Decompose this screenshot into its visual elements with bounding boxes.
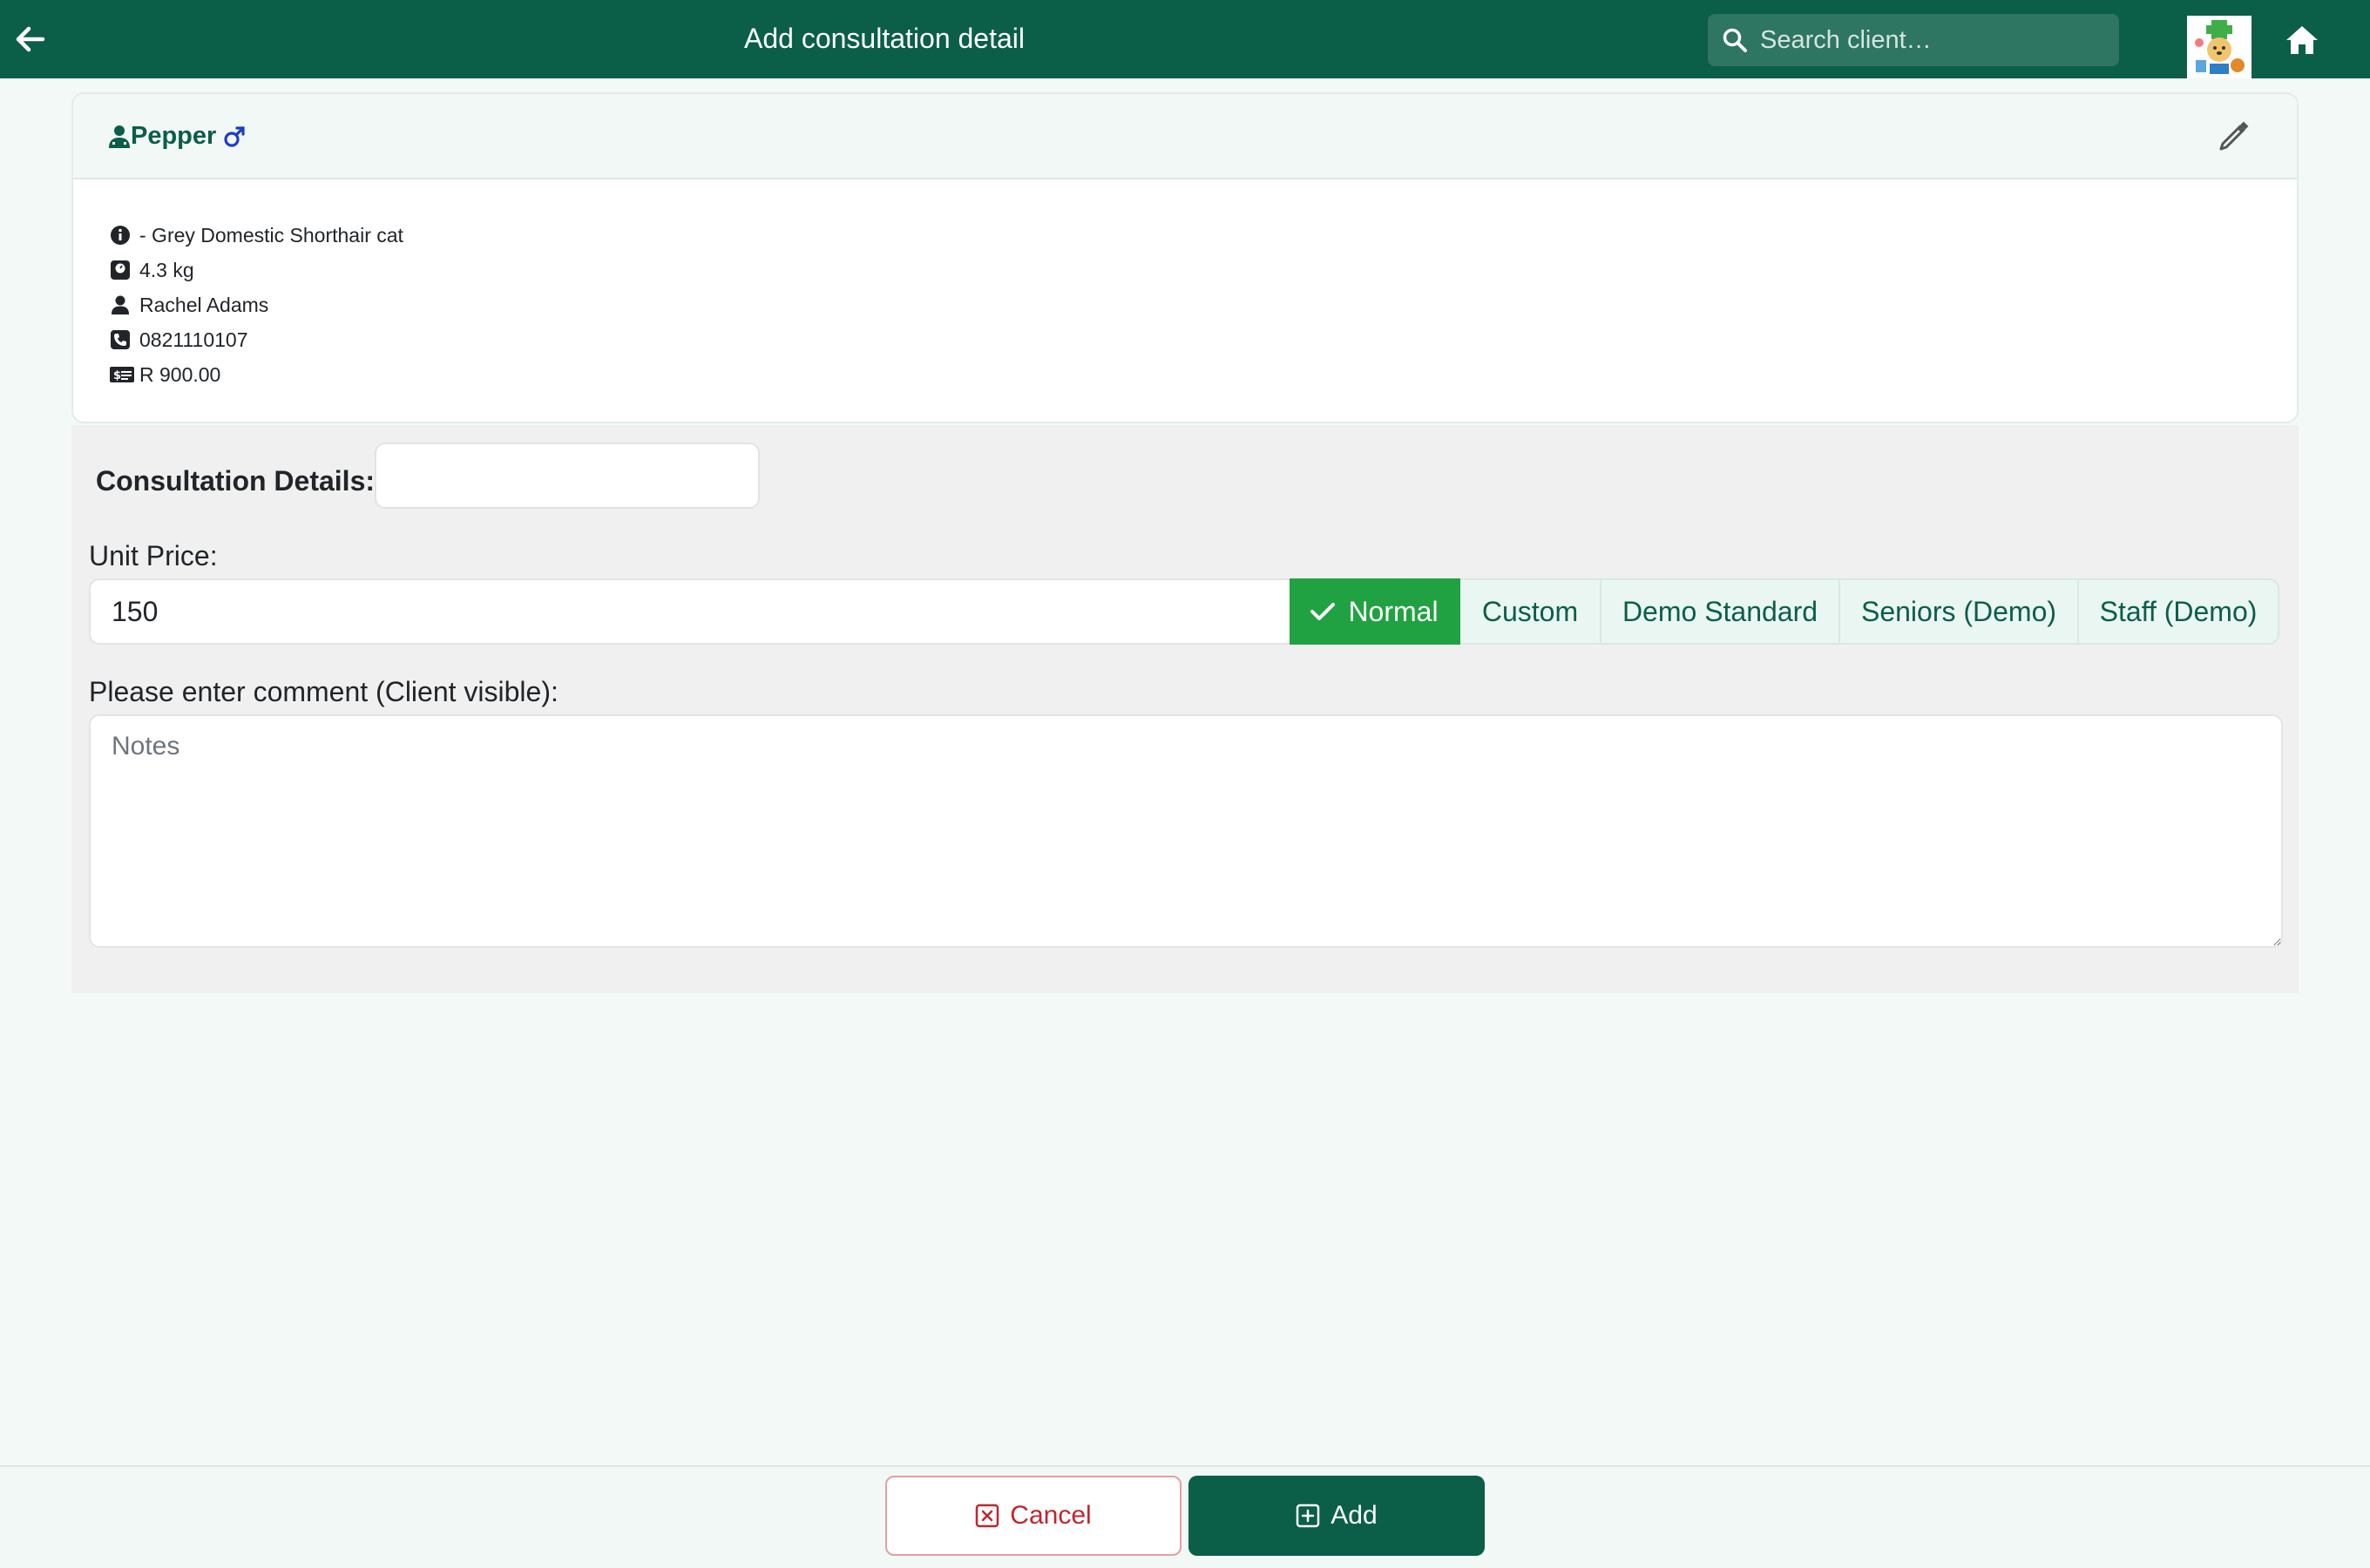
price-option-label: Seniors (Demo) bbox=[1860, 595, 2057, 627]
phone-row: 0821110107 bbox=[110, 322, 403, 357]
price-option-label: Staff (Demo) bbox=[2099, 595, 2258, 627]
breed-row: - Grey Domestic Shorthair cat bbox=[110, 218, 403, 253]
close-square-icon bbox=[975, 1504, 999, 1528]
add-button-label: Add bbox=[1331, 1501, 1378, 1530]
balance-text: R 900.00 bbox=[139, 362, 221, 386]
price-option-seniors-demo[interactable]: Seniors (Demo) bbox=[1840, 578, 2079, 645]
phone-icon bbox=[110, 328, 134, 352]
breed-text: - Grey Domestic Shorthair cat bbox=[139, 223, 403, 247]
owner-name: Rachel Adams bbox=[139, 293, 269, 316]
cancel-button[interactable]: Cancel bbox=[885, 1476, 1182, 1556]
price-option-demo-standard[interactable]: Demo Standard bbox=[1601, 578, 1840, 645]
pet-name: Pepper bbox=[131, 122, 217, 150]
comment-textarea[interactable] bbox=[89, 714, 2283, 948]
price-option-group: Normal Custom Demo Standard Seniors (Dem… bbox=[1290, 578, 2279, 645]
edit-patient-button[interactable] bbox=[2215, 117, 2253, 155]
owner-row: Rachel Adams bbox=[110, 287, 403, 322]
patient-card-header: Pepper bbox=[73, 94, 2297, 179]
consultation-form: Consultation Details: Unit Price: Normal… bbox=[71, 425, 2299, 993]
back-button[interactable] bbox=[12, 21, 49, 57]
price-option-normal[interactable]: Normal bbox=[1290, 578, 1460, 645]
page-title: Add consultation detail bbox=[744, 23, 1025, 54]
price-option-staff-demo[interactable]: Staff (Demo) bbox=[2079, 578, 2279, 645]
user-icon bbox=[110, 293, 134, 317]
consultation-details-input[interactable] bbox=[375, 443, 760, 509]
money-check-icon: $ bbox=[110, 362, 134, 387]
clinic-logo-icon bbox=[2189, 17, 2250, 78]
arrow-left-icon bbox=[16, 26, 45, 52]
price-option-label: Demo Standard bbox=[1622, 595, 1818, 627]
price-option-label: Custom bbox=[1481, 595, 1579, 627]
pencil-icon bbox=[2219, 121, 2249, 151]
vet-user-icon bbox=[109, 125, 130, 148]
svg-text:$: $ bbox=[113, 369, 121, 382]
weight-text: 4.3 kg bbox=[139, 258, 194, 281]
check-icon bbox=[1310, 601, 1336, 622]
unit-price-input[interactable] bbox=[89, 578, 1293, 645]
search-icon bbox=[1722, 27, 1748, 53]
home-button[interactable] bbox=[2281, 21, 2323, 59]
clinic-logo-avatar[interactable] bbox=[2187, 16, 2252, 78]
add-button[interactable]: Add bbox=[1188, 1476, 1485, 1556]
balance-row: $ R 900.00 bbox=[110, 357, 403, 392]
footer-action-bar: Cancel Add bbox=[0, 1465, 2370, 1568]
pet-name-link[interactable]: Pepper bbox=[108, 122, 246, 151]
male-symbol-icon bbox=[223, 125, 246, 148]
search-client-input[interactable] bbox=[1760, 25, 2091, 55]
patient-card: Pepper - Grey Domestic Shorthair cat 4.3… bbox=[71, 92, 2299, 423]
cancel-button-label: Cancel bbox=[1010, 1501, 1092, 1530]
weight-row: 4.3 kg bbox=[110, 253, 403, 287]
home-icon bbox=[2286, 26, 2318, 54]
comment-label: Please enter comment (Client visible): bbox=[89, 676, 559, 707]
unit-price-label: Unit Price: bbox=[89, 540, 218, 571]
patient-info-list: - Grey Domestic Shorthair cat 4.3 kg Rac… bbox=[110, 218, 403, 392]
plus-square-icon bbox=[1296, 1504, 1320, 1528]
price-option-label: Normal bbox=[1348, 595, 1439, 627]
phone-text: 0821110107 bbox=[139, 328, 248, 351]
price-option-custom[interactable]: Custom bbox=[1460, 578, 1601, 645]
search-client-box[interactable] bbox=[1708, 14, 2119, 66]
top-bar: Add consultation detail bbox=[0, 0, 2370, 78]
weight-scale-icon bbox=[110, 258, 134, 282]
consultation-details-label: Consultation Details: bbox=[96, 465, 376, 497]
info-circle-icon bbox=[110, 223, 134, 247]
